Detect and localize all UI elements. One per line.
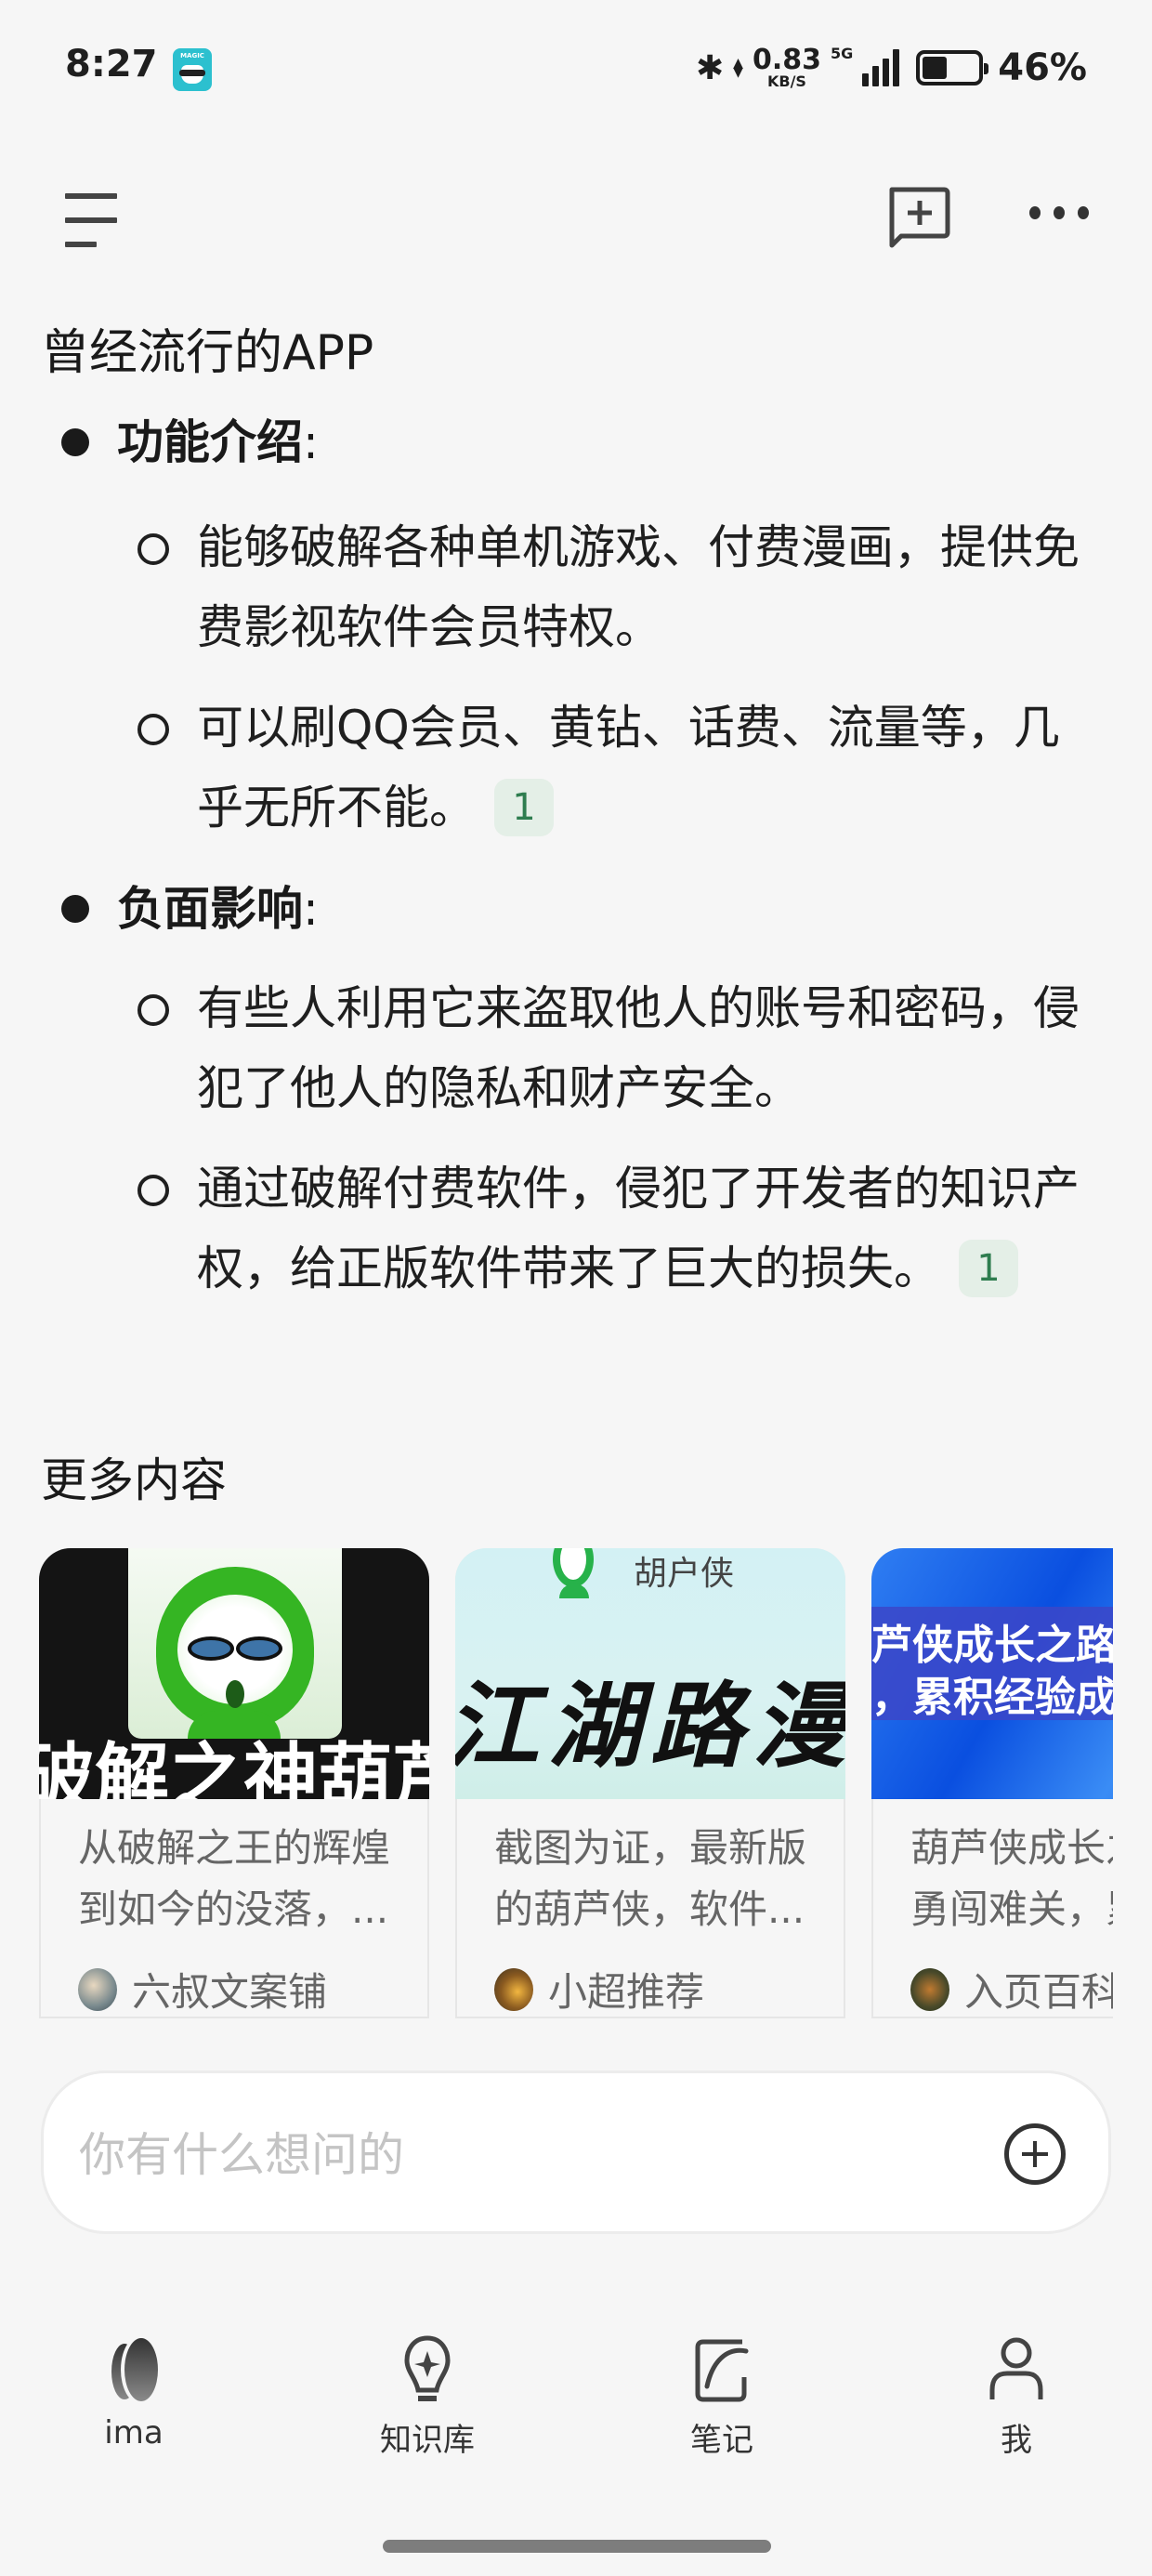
thumbnail-caption: ，累积经验成: [871, 1674, 1113, 1721]
nav-item-notes[interactable]: 笔记: [629, 2314, 815, 2463]
section-heading: 负面影响:: [61, 872, 319, 946]
card-summary: 从破解之王的辉煌到如今的没落，...: [78, 1825, 391, 1932]
bullet-ring: [137, 1175, 169, 1206]
nav-label: 知识库: [380, 2422, 475, 2459]
card-author: 入页百科: [910, 1961, 1113, 2017]
status-time: 8:27: [65, 43, 158, 85]
card-author: 六叔文案铺: [78, 1961, 327, 2017]
battery-icon: [916, 50, 989, 85]
card-thumbnail: 胡户侠 江湖路漫漫: [455, 1548, 845, 1799]
nav-item-knowledge-base[interactable]: 知识库: [334, 2314, 520, 2463]
note-pen-icon: [685, 2333, 759, 2407]
signal-icon: [862, 49, 900, 86]
ima-logo-icon: [97, 2333, 171, 2407]
nav-item-me[interactable]: 我: [923, 2314, 1109, 2463]
card-thumbnail: 芦侠成长之路 ，累积经验成: [871, 1548, 1113, 1799]
thumbnail-brand: 胡户侠: [634, 1555, 735, 1593]
answer-title: 曾经流行的APP: [41, 325, 374, 381]
section-heading: 功能介绍:: [61, 405, 319, 480]
card-summary: 截图为证，最新版的葫芦侠，软件...: [494, 1825, 807, 1932]
list-item: 可以刷QQ会员、黄钻、话费、流量等，几乎无所不能。 1: [137, 688, 1094, 848]
citation-badge[interactable]: 1: [494, 778, 554, 836]
content-card[interactable]: 破解之神葫芦 从破解之王的辉煌到如今的没落，... 六叔文案铺: [39, 1548, 429, 2018]
net-speed-unit: KB/S: [766, 72, 806, 90]
status-indicators: ✱ ▲ ▼ 0.83 KB/S 5G 46%: [696, 45, 1087, 91]
bullet-ring: [137, 533, 169, 565]
bottom-nav: ima 知识库 笔记 我: [0, 2314, 1152, 2481]
bullet-ring: [137, 714, 169, 745]
citation-badge[interactable]: 1: [959, 1239, 1018, 1297]
bullet-dot: [61, 894, 89, 923]
thumbnail-caption: 芦侠成长之路: [871, 1622, 1113, 1669]
card-author: 小超推荐: [494, 1961, 704, 2017]
magic-app-label: MAGIC: [180, 52, 204, 59]
net-speed-value: 0.83: [752, 44, 821, 76]
home-indicator[interactable]: [383, 2540, 771, 2553]
data-arrows-icon: ▲ ▼: [733, 56, 743, 80]
magic-app-icon: MAGIC: [173, 48, 212, 91]
new-chat-icon[interactable]: [886, 184, 951, 258]
network-type: 5G: [830, 45, 854, 62]
nav-label: ima: [104, 2414, 164, 2451]
list-item: 能够破解各种单机游戏、付费漫画，提供免费影视软件会员特权。: [137, 507, 1094, 667]
bullet-ring: [137, 994, 169, 1026]
net-speed: 0.83 KB/S: [753, 46, 821, 89]
nav-label: 我: [1001, 2422, 1032, 2459]
bulb-sparkle-icon: [390, 2333, 465, 2407]
list-item: 有些人利用它来盗取他人的账号和密码，侵犯了他人的隐私和财产安全。: [137, 968, 1094, 1128]
top-toolbar: [0, 167, 1152, 260]
more-icon[interactable]: [1029, 199, 1089, 227]
more-content-carousel[interactable]: 破解之神葫芦 从破解之王的辉煌到如今的没落，... 六叔文案铺 胡户侠 江湖路漫…: [0, 1548, 1113, 2018]
more-content-heading: 更多内容: [41, 1453, 227, 1507]
plus-circle-icon[interactable]: [1004, 2123, 1066, 2185]
nav-item-ima[interactable]: ima: [41, 2314, 227, 2463]
ask-input[interactable]: [79, 2118, 915, 2192]
card-summary: 葫芦侠成长之路，勇闯难关，累: [910, 1825, 1113, 1932]
nav-label: 笔记: [690, 2422, 753, 2459]
content-card[interactable]: 胡户侠 江湖路漫漫 截图为证，最新版的葫芦侠，软件... 小超推荐: [455, 1548, 845, 2018]
ask-box: [41, 2070, 1111, 2234]
author-avatar: [78, 1967, 117, 2011]
bluetooth-icon: ✱: [696, 48, 725, 87]
author-avatar: [910, 1967, 949, 2011]
person-icon: [979, 2333, 1054, 2407]
author-avatar: [494, 1967, 533, 2011]
content-card[interactable]: 芦侠成长之路 ，累积经验成 葫芦侠成长之路，勇闯难关，累 入页百科: [871, 1548, 1113, 2018]
bullet-dot: [61, 427, 89, 456]
battery-level: [923, 57, 947, 79]
status-bar: 8:27 MAGIC ✱ ▲ ▼ 0.83 KB/S 5G 46%: [0, 0, 1152, 139]
menu-icon[interactable]: [61, 190, 117, 247]
list-item: 通过破解付费软件，侵犯了开发者的知识产权，给正版软件带来了巨大的损失。 1: [137, 1149, 1094, 1308]
card-thumbnail: 破解之神葫芦: [39, 1548, 429, 1799]
thumbnail-caption: 破解之神葫芦: [39, 1735, 429, 1800]
battery-percent: 46%: [998, 46, 1087, 89]
thumbnail-caption: 江湖路漫漫: [455, 1671, 845, 1781]
